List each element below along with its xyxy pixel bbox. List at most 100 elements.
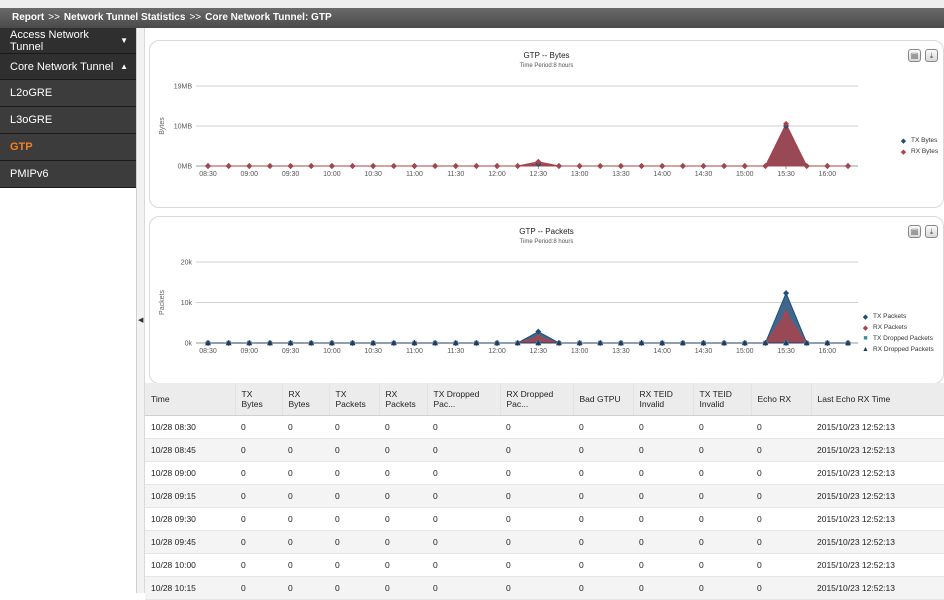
legend-label: TX Bytes <box>911 137 938 144</box>
bytes-chart: 0MB 10MB 19MB Bytes 08:30 09:00 09:30 10:00 10:3… <box>159 84 858 178</box>
x-tick-label: 10:00 <box>323 171 341 178</box>
table-cell: 0 <box>329 415 379 439</box>
table-cell: 0 <box>235 576 282 600</box>
table-cell: 0 <box>633 484 693 508</box>
column-header[interactable]: TX Bytes <box>235 383 283 416</box>
chart-panel-packets: GTP -- Packets Time Period:8 hours ▤ ⤓ 0… <box>149 216 944 384</box>
caret-up-icon: ▲ <box>120 62 128 71</box>
sidebar-item-gtp[interactable]: GTP <box>0 134 136 161</box>
column-header[interactable]: TX Packets <box>329 383 380 416</box>
table-cell: 2015/10/23 12:52:13 <box>811 507 944 531</box>
column-header[interactable]: TX Dropped Pac... <box>427 383 501 416</box>
breadcrumb-item-report[interactable]: Report <box>12 12 44 23</box>
x-tick-label: 16:00 <box>819 348 837 355</box>
x-tick-label: 13:00 <box>571 171 589 178</box>
column-header[interactable]: Bad GTPU <box>573 383 634 416</box>
sidebar-group-access-network-tunnel[interactable]: Access Network Tunnel ▼ <box>0 28 136 54</box>
data-point <box>390 163 397 169</box>
sidebar-item-label: GTP <box>10 141 33 153</box>
column-header[interactable]: RX Dropped Pac... <box>500 383 574 416</box>
table-cell: 0 <box>379 484 427 508</box>
sidebar-item-l2ogre[interactable]: L2oGRE <box>0 80 136 107</box>
data-point <box>824 163 831 169</box>
x-tick-label: 14:00 <box>653 348 671 355</box>
x-tick-label: 10:30 <box>364 171 382 178</box>
breadcrumb: Report >> Network Tunnel Statistics >> Core … <box>0 8 944 28</box>
x-tick-label: 10:00 <box>323 348 341 355</box>
legend-item-rx-bytes[interactable]: ◆ RX Bytes <box>900 146 938 157</box>
x-tick-label: 11:00 <box>406 348 423 355</box>
x-tick-label: 14:30 <box>695 171 713 178</box>
table-row[interactable]: 10/28 10:00 0 0 0 0 0 0 0 0 0 0 2015/10/23 12:52:13 <box>145 553 944 577</box>
sidebar: Access Network Tunnel ▼ Core Network Tun… <box>0 28 137 593</box>
table-cell: 0 <box>751 415 811 439</box>
table-cell: 0 <box>633 415 693 439</box>
table-cell: 0 <box>751 530 811 554</box>
table-cell: 0 <box>235 461 282 485</box>
diamond-marker-icon: ◆ <box>862 313 869 321</box>
legend-item-rx-packets[interactable]: ◆ RX Packets <box>862 322 934 333</box>
breadcrumb-separator: >> <box>189 12 202 23</box>
table-row[interactable]: 10/28 09:15 0 0 0 0 0 0 0 0 0 0 2015/10/23 12:52:13 <box>145 484 944 508</box>
table-cell: 0 <box>751 507 811 531</box>
series-area <box>208 122 848 167</box>
table-cell: 0 <box>235 484 282 508</box>
legend-item-tx-bytes[interactable]: ◆ TX Bytes <box>900 135 938 146</box>
table-cell: 0 <box>427 415 500 439</box>
data-point <box>700 163 707 169</box>
diamond-marker-icon: ◆ <box>900 137 907 145</box>
table-cell: 0 <box>573 461 633 485</box>
column-header[interactable]: TX TEID Invalid <box>693 383 752 416</box>
table-cell: 0 <box>379 530 427 554</box>
data-point <box>638 163 645 169</box>
table-cell: 0 <box>235 415 282 439</box>
table-cell: 0 <box>379 461 427 485</box>
table-cell: 0 <box>282 438 329 462</box>
table-cell: 0 <box>500 415 573 439</box>
table-cell: 0 <box>329 576 379 600</box>
table-cell: 2015/10/23 12:52:13 <box>811 576 944 600</box>
table-cell: 0 <box>633 461 693 485</box>
sidebar-item-l3ogre[interactable]: L3oGRE <box>0 107 136 134</box>
series-area <box>208 124 848 167</box>
table-cell: 0 <box>282 576 329 600</box>
table-row[interactable]: 10/28 10:15 0 0 0 0 0 0 0 0 0 0 2015/10/23 12:52:13 <box>145 576 944 600</box>
table-row[interactable]: 10/28 09:30 0 0 0 0 0 0 0 0 0 0 2015/10/23 12:52:13 <box>145 507 944 531</box>
sidebar-splitter[interactable]: ◀ <box>137 28 145 593</box>
sidebar-item-pmipv6[interactable]: PMIPv6 <box>0 161 136 188</box>
y-axis-title: Bytes <box>159 117 166 135</box>
table-cell: 0 <box>693 484 751 508</box>
table-cell: 0 <box>633 438 693 462</box>
table-row[interactable]: 10/28 08:45 0 0 0 0 0 0 0 0 0 0 2015/10/23 12:52:13 <box>145 438 944 462</box>
table-row[interactable]: 10/28 08:30 0 0 0 0 0 0 0 0 0 0 2015/10/23 12:52:13 <box>145 415 944 439</box>
sidebar-group-core-network-tunnel[interactable]: Core Network Tunnel ▲ <box>0 54 136 80</box>
table-row[interactable]: 10/28 09:45 0 0 0 0 0 0 0 0 0 0 2015/10/23 12:52:13 <box>145 530 944 554</box>
breadcrumb-item-network-tunnel-statistics[interactable]: Network Tunnel Statistics <box>64 12 186 23</box>
column-header[interactable]: Last Echo RX Time <box>811 383 944 416</box>
triangle-marker-icon: ▲ <box>862 346 869 353</box>
table-cell: 0 <box>573 438 633 462</box>
legend-item-tx-packets[interactable]: ◆ TX Packets <box>862 311 934 322</box>
table-cell: 0 <box>693 507 751 531</box>
table-cell: 0 <box>500 576 573 600</box>
table-cell: 0 <box>693 461 751 485</box>
column-header[interactable]: RX TEID Invalid <box>633 383 694 416</box>
window-top-strip <box>0 0 944 8</box>
x-tick-label: 15:30 <box>777 171 795 178</box>
table-cell: 0 <box>329 461 379 485</box>
legend-item-rx-dropped-packets[interactable]: ▲ RX Dropped Packets <box>862 344 934 355</box>
column-header[interactable]: RX Bytes <box>282 383 330 416</box>
table-cell: 0 <box>573 553 633 577</box>
legend-item-tx-dropped-packets[interactable]: ■ TX Dropped Packets <box>862 333 934 344</box>
collapse-arrow-icon[interactable]: ◀ <box>138 316 143 324</box>
column-header[interactable]: Echo RX <box>751 383 812 416</box>
data-point <box>246 163 253 169</box>
table-cell: 0 <box>427 484 500 508</box>
table-cell: 0 <box>751 553 811 577</box>
column-header[interactable]: RX Packets <box>379 383 428 416</box>
column-header[interactable]: Time <box>145 383 236 416</box>
table-row[interactable]: 10/28 09:00 0 0 0 0 0 0 0 0 0 0 2015/10/23 12:52:13 <box>145 461 944 485</box>
x-tick-label: 13:30 <box>612 171 630 178</box>
data-point <box>205 163 211 169</box>
table-cell: 10/28 08:45 <box>145 438 235 462</box>
